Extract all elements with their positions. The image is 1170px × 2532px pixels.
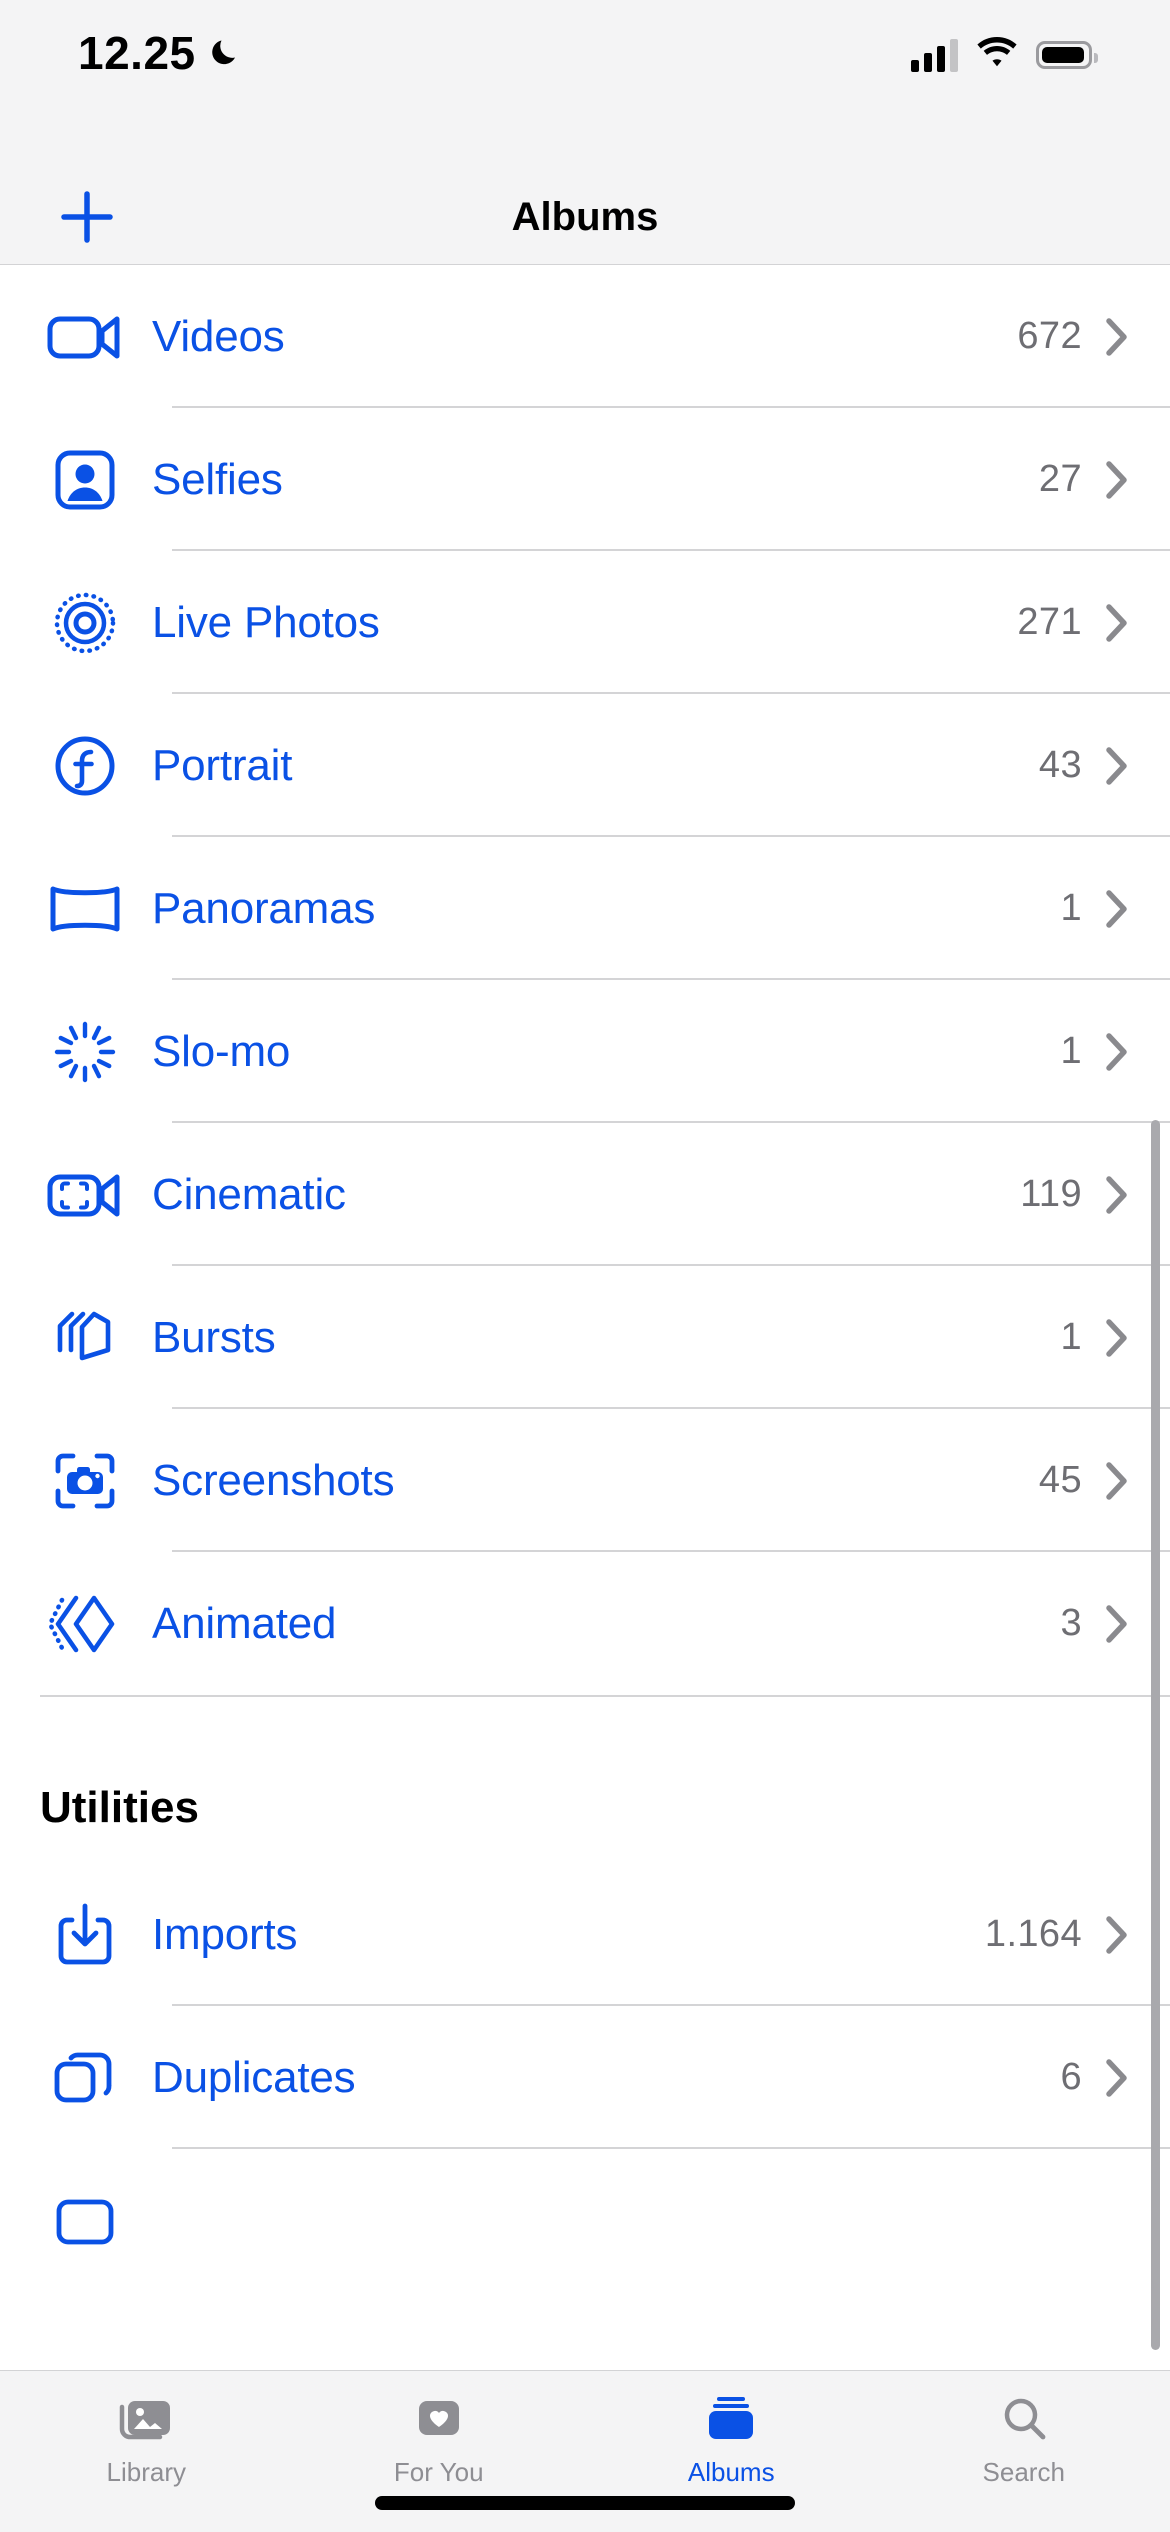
- burst-stack-icon: [40, 1293, 130, 1383]
- video-camera-icon: [40, 292, 130, 382]
- chevron-right-icon: [1104, 1914, 1130, 1956]
- section-top-separator: [40, 1695, 1170, 1697]
- chevron-right-icon: [1104, 602, 1130, 644]
- chevron-right-icon: [1104, 745, 1130, 787]
- album-count: 27: [1038, 458, 1082, 500]
- album-count: 3: [1060, 1602, 1082, 1644]
- status-bar: 12.25: [0, 0, 1170, 170]
- photos-albums-screen: 12.25 Albums Videos 672 Selfies 27 Live …: [0, 0, 1170, 2532]
- tab-for-you[interactable]: For You: [293, 2389, 586, 2488]
- chevron-right-icon: [1104, 1603, 1130, 1645]
- album-row-live-photos[interactable]: Live Photos 271: [0, 551, 1170, 694]
- album-label: Selfies: [152, 454, 283, 504]
- album-count: 1.164: [984, 1913, 1082, 1955]
- chevron-right-icon: [1104, 888, 1130, 930]
- album-row-slo-mo[interactable]: Slo-mo 1: [0, 980, 1170, 1123]
- album-label: Bursts: [152, 1312, 276, 1362]
- album-count: 271: [1017, 601, 1082, 643]
- page-title: Albums: [511, 194, 659, 239]
- album-label: Slo-mo: [152, 1026, 291, 1076]
- home-indicator: [375, 2496, 795, 2510]
- animated-diamond-icon: [40, 1579, 130, 1669]
- album-count: 672: [1017, 315, 1082, 357]
- plus-icon: [61, 191, 113, 243]
- album-count: 6: [1060, 2056, 1082, 2098]
- album-label: Imports: [152, 1909, 298, 1959]
- chevron-right-icon: [1104, 316, 1130, 358]
- album-row-panoramas[interactable]: Panoramas 1: [0, 837, 1170, 980]
- heart-card-icon: [414, 2389, 464, 2449]
- cellular-signal-icon: [911, 38, 958, 72]
- person-portrait-icon: [40, 435, 130, 525]
- scroll-indicator[interactable]: [1151, 1120, 1160, 2350]
- panorama-icon: [40, 864, 130, 954]
- aperture-f-icon: [40, 721, 130, 811]
- moon-icon: [210, 36, 244, 70]
- cinematic-video-icon: [40, 1150, 130, 1240]
- album-label: Portrait: [152, 740, 293, 790]
- tab-bar: Library For You Albums Search: [0, 2370, 1170, 2532]
- tab-label: For You: [393, 2457, 484, 2487]
- album-label: Animated: [152, 1598, 337, 1648]
- live-photo-icon: [40, 578, 130, 668]
- chevron-right-icon: [1104, 1031, 1130, 1073]
- tab-label: Search: [982, 2457, 1065, 2487]
- album-row-imports[interactable]: Imports 1.164: [0, 1863, 1170, 2006]
- tab-library[interactable]: Library: [0, 2389, 293, 2488]
- tab-label: Albums: [687, 2457, 775, 2487]
- album-row-bursts[interactable]: Bursts 1: [0, 1266, 1170, 1409]
- album-label: Duplicates: [152, 2052, 356, 2102]
- album-row-cinematic[interactable]: Cinematic 119: [0, 1123, 1170, 1266]
- duplicate-squares-icon: [40, 2033, 130, 2123]
- navigation-bar: Albums: [0, 170, 1170, 265]
- screenshot-camera-icon: [40, 1436, 130, 1526]
- tab-label: Library: [106, 2457, 186, 2487]
- album-label: Live Photos: [152, 597, 380, 647]
- wifi-icon: [976, 36, 1018, 73]
- album-row-portrait[interactable]: Portrait 43: [0, 694, 1170, 837]
- tab-albums[interactable]: Albums: [585, 2389, 878, 2488]
- photos-library-icon: [118, 2389, 174, 2449]
- album-count: 45: [1038, 1459, 1082, 1501]
- album-row-screenshots[interactable]: Screenshots 45: [0, 1409, 1170, 1552]
- chevron-right-icon: [1104, 459, 1130, 501]
- slow-motion-icon: [40, 1007, 130, 1097]
- album-count: 43: [1038, 744, 1082, 786]
- albums-stack-icon: [704, 2389, 758, 2449]
- chevron-right-icon: [1104, 1460, 1130, 1502]
- album-row-animated[interactable]: Animated 3: [0, 1552, 1170, 1695]
- tab-search[interactable]: Search: [878, 2389, 1170, 2488]
- chevron-right-icon: [1104, 1317, 1130, 1359]
- chevron-right-icon: [1104, 1174, 1130, 1216]
- album-count: 1: [1060, 1316, 1082, 1358]
- battery-icon: [1036, 40, 1098, 69]
- chevron-right-icon: [1104, 2057, 1130, 2099]
- album-label: Cinematic: [152, 1169, 346, 1219]
- partial-row-icon: [40, 2176, 130, 2266]
- album-count: 1: [1060, 887, 1082, 929]
- album-row-duplicates[interactable]: Duplicates 6: [0, 2006, 1170, 2149]
- search-icon: [999, 2389, 1049, 2449]
- album-row-videos[interactable]: Videos 672: [0, 265, 1170, 408]
- add-album-button[interactable]: [50, 180, 124, 254]
- album-label: Screenshots: [152, 1455, 395, 1505]
- status-bar-right: [911, 36, 1098, 73]
- section-header-utilities: Utilities: [0, 1753, 1170, 1863]
- album-row-selfies[interactable]: Selfies 27: [0, 408, 1170, 551]
- status-bar-time: 12.25: [78, 27, 196, 79]
- albums-list[interactable]: Videos 672 Selfies 27 Live Photos 271 Po…: [0, 265, 1170, 2370]
- import-tray-icon: [40, 1890, 130, 1980]
- album-row-partial[interactable]: [0, 2149, 1170, 2292]
- album-label: Videos: [152, 311, 285, 361]
- album-count: 119: [1020, 1173, 1082, 1215]
- status-bar-left: 12.25: [78, 30, 244, 76]
- section-gap: [0, 1695, 1170, 1753]
- album-count: 1: [1060, 1030, 1082, 1072]
- album-label: Panoramas: [152, 883, 376, 933]
